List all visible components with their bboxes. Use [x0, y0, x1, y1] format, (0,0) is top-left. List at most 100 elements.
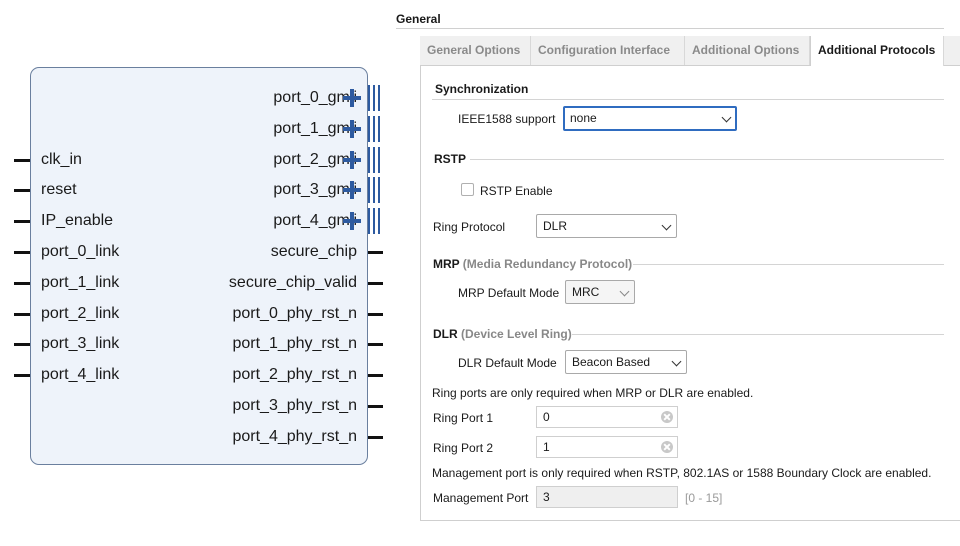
- dlr-heading-subtitle: (Device Level Ring): [461, 327, 572, 341]
- pin-label-port_0_phy_rst_n: port_0_phy_rst_n: [232, 304, 357, 322]
- bus-connector-port_1_gmii[interactable]: [368, 115, 383, 142]
- bus-connector-port_4_gmii[interactable]: [368, 208, 383, 235]
- pin-stub-port_0_link[interactable]: [14, 251, 30, 254]
- pin-stub-port_1_phy_rst_n[interactable]: [368, 343, 383, 347]
- bus-line: [373, 177, 375, 204]
- section-synchronization-heading: Synchronization: [435, 82, 529, 96]
- pin-label-clk_in: clk_in: [41, 150, 82, 168]
- pin-stub-secure_chip_valid[interactable]: [368, 281, 383, 285]
- pin-stub-secure_chip[interactable]: [368, 251, 383, 254]
- bus-line: [378, 115, 380, 142]
- bus-line: [373, 208, 375, 235]
- dlr-mode-label: DLR Default Mode: [458, 356, 557, 370]
- pin-label-port_4_link: port_4_link: [41, 366, 120, 384]
- bus-connector-port_3_gmii[interactable]: [368, 177, 383, 204]
- ring-protocol-label: Ring Protocol: [433, 220, 506, 234]
- mrp-mode-label: MRP Default Mode: [458, 286, 560, 300]
- ring-protocol-select[interactable]: DLR: [536, 214, 677, 238]
- ieee1588-select[interactable]: none: [563, 106, 737, 131]
- plus-expand-icon[interactable]: [343, 89, 361, 107]
- pin-label-port_4_phy_rst_n: port_4_phy_rst_n: [232, 427, 357, 445]
- pin-label-port_3_phy_rst_n: port_3_phy_rst_n: [232, 397, 357, 414]
- pin-label-IP_enable: IP_enable: [41, 212, 114, 230]
- pin-stub-port_2_link[interactable]: [14, 312, 30, 316]
- bus-connector-port_2_gmii[interactable]: [368, 146, 383, 173]
- pin-stub-port_2_phy_rst_n[interactable]: [368, 374, 383, 378]
- dlr-heading-text: DLR: [433, 327, 458, 341]
- pin-label-port_3_link: port_3_link: [41, 335, 120, 353]
- pin-stub-port_1_link[interactable]: [14, 281, 30, 285]
- bus-line: [368, 208, 370, 235]
- ring-protocol-value: DLR: [543, 219, 568, 233]
- section-divider: [470, 159, 944, 160]
- pin-stub-clk_in[interactable]: [14, 158, 30, 162]
- title-divider: [396, 28, 944, 29]
- pin-label-port_2_phy_rst_n: port_2_phy_rst_n: [232, 366, 357, 384]
- pin-stub-port_4_link[interactable]: [14, 374, 30, 378]
- tab-configuration-interface[interactable]: Configuration Interface: [531, 36, 685, 65]
- bus-line: [368, 115, 370, 142]
- chevron-down-icon: [661, 220, 672, 231]
- pin-label-port_1_phy_rst_n: port_1_phy_rst_n: [232, 335, 357, 353]
- chevron-down-icon: [619, 286, 630, 297]
- clear-icon[interactable]: [661, 441, 673, 453]
- pin-label-port_2_link: port_2_link: [41, 304, 120, 322]
- mrp-mode-select[interactable]: MRC: [565, 280, 635, 304]
- pin-label-secure_chip: secure_chip: [270, 243, 357, 260]
- pin-stub-reset[interactable]: [14, 189, 30, 193]
- ring-port-2-value: 1: [543, 440, 550, 454]
- management-port-value: 3: [543, 490, 550, 504]
- bus-line: [368, 177, 370, 204]
- plus-expand-icon[interactable]: [343, 150, 361, 169]
- dlr-mode-value: Beacon Based: [572, 355, 651, 369]
- chevron-down-icon: [671, 356, 682, 367]
- pin-label-reset: reset: [41, 181, 77, 199]
- mrp-heading-text: MRP: [433, 257, 460, 271]
- bus-line: [378, 146, 380, 173]
- tab-additional-options[interactable]: Additional Options: [685, 36, 810, 65]
- pin-stub-port_3_link[interactable]: [14, 343, 30, 347]
- pin-stub-port_4_phy_rst_n[interactable]: [368, 435, 383, 439]
- management-port-note: Management port is only required when RS…: [432, 466, 932, 480]
- ieee1588-label: IEEE1588 support: [458, 112, 556, 126]
- pin-stub-port_3_phy_rst_n[interactable]: [368, 405, 383, 408]
- panel-title: General: [396, 12, 441, 26]
- bus-line: [378, 85, 380, 111]
- ring-ports-note: Ring ports are only required when MRP or…: [432, 386, 754, 400]
- section-dlr-heading: DLR (Device Level Ring): [433, 327, 572, 341]
- bus-line: [378, 177, 380, 204]
- pin-stub-port_0_phy_rst_n[interactable]: [368, 312, 383, 316]
- bus-connector-port_0_gmii[interactable]: [368, 85, 383, 111]
- bus-line: [368, 85, 370, 111]
- bus-line: [368, 146, 370, 173]
- tab-additional-protocols[interactable]: Additional Protocols: [810, 36, 944, 66]
- plus-expand-icon[interactable]: [343, 181, 361, 200]
- management-port-input[interactable]: 3: [536, 486, 678, 508]
- bus-line: [373, 146, 375, 173]
- management-port-label: Management Port: [433, 491, 529, 505]
- ieee1588-value: none: [570, 111, 597, 125]
- clear-icon[interactable]: [661, 411, 673, 423]
- rstp-enable-checkbox[interactable]: [461, 183, 474, 196]
- pin-label-secure_chip_valid: secure_chip_valid: [228, 273, 357, 291]
- dlr-mode-select[interactable]: Beacon Based: [565, 350, 687, 374]
- ring-port-1-value: 0: [543, 410, 550, 424]
- tab-general-options[interactable]: General Options: [420, 36, 531, 65]
- ring-port-1-label: Ring Port 1: [433, 411, 494, 425]
- mrp-heading-subtitle: (Media Redundancy Protocol): [462, 257, 633, 271]
- pin-label-port_0_link: port_0_link: [41, 243, 120, 260]
- bus-line: [373, 115, 375, 142]
- plus-expand-icon[interactable]: [343, 119, 361, 138]
- pin-stub-IP_enable[interactable]: [14, 220, 30, 224]
- management-port-range: [0 - 15]: [685, 491, 723, 505]
- ring-port-1-input[interactable]: 0: [536, 406, 678, 428]
- plus-expand-icon[interactable]: [343, 212, 361, 231]
- ring-port-2-label: Ring Port 2: [433, 441, 494, 455]
- section-rstp-heading: RSTP: [434, 152, 467, 166]
- section-divider: [572, 334, 944, 335]
- bus-line: [373, 85, 375, 111]
- section-divider: [633, 264, 944, 265]
- ring-port-2-input[interactable]: 1: [536, 436, 678, 458]
- section-mrp-heading: MRP (Media Redundancy Protocol): [433, 257, 632, 271]
- mrp-mode-value: MRC: [572, 285, 600, 299]
